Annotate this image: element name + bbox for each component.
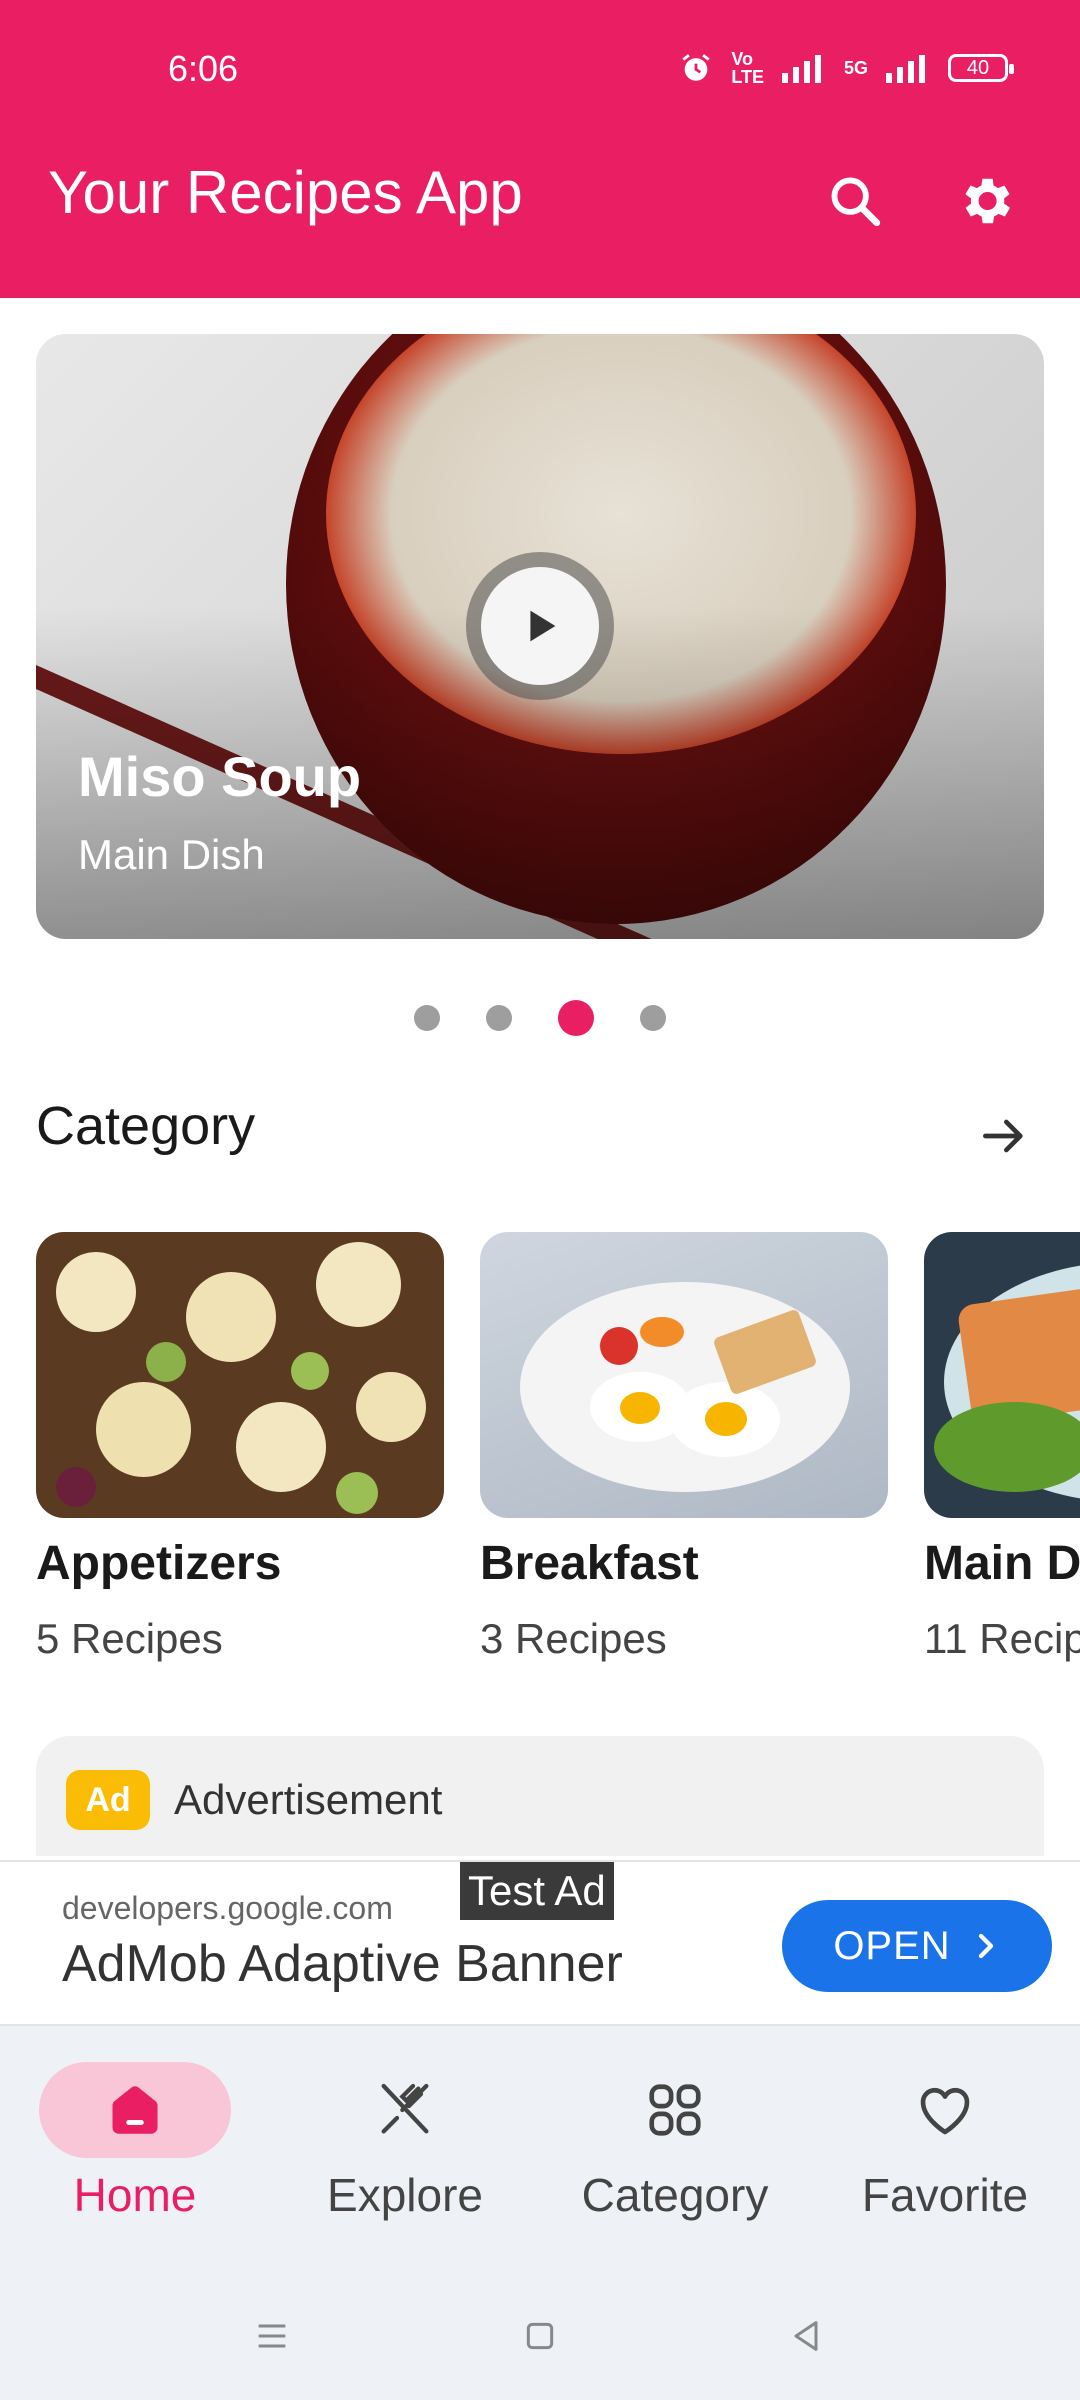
volte-icon: Vo LTE	[731, 49, 764, 87]
battery-icon: 40	[948, 54, 1014, 82]
carousel-dot[interactable]	[414, 1005, 440, 1031]
grid-icon	[649, 2084, 701, 2136]
category-card-breakfast[interactable]: Breakfast 3 Recipes	[480, 1232, 888, 1663]
recents-button[interactable]	[232, 2296, 312, 2376]
system-navigation-bar	[0, 2296, 1080, 2376]
see-all-categories-button[interactable]	[968, 1100, 1040, 1172]
chevron-right-icon	[978, 1933, 993, 1959]
featured-recipe-card[interactable]: Miso Soup Main Dish	[36, 334, 1044, 939]
category-name: Appetizers	[36, 1537, 282, 1590]
menu-icon	[258, 2324, 286, 2348]
home-icon	[112, 2086, 158, 2134]
nav-label: Home	[73, 2169, 197, 2221]
category-image	[480, 1232, 888, 1518]
back-button[interactable]	[766, 2296, 846, 2376]
category-count: 3 Recipes	[480, 1615, 667, 1662]
carousel-indicator	[0, 1000, 1080, 1036]
signal-icon-2	[886, 55, 925, 83]
category-image	[36, 1232, 444, 1518]
ad-url: developers.google.com	[62, 1890, 393, 1926]
category-count: 11 Recipes	[924, 1615, 1080, 1662]
square-icon	[526, 2322, 554, 2350]
signal-icon	[781, 55, 821, 83]
nav-label: Category	[581, 2169, 769, 2221]
category-name: Breakfast	[480, 1537, 699, 1590]
ad-open-label: OPEN	[833, 1923, 951, 1968]
hero-subtitle: Main Dish	[78, 831, 265, 878]
home-system-button[interactable]	[500, 2296, 580, 2376]
hero-title: Miso Soup	[78, 745, 362, 808]
advertisement-card: Ad Advertisement	[36, 1736, 1044, 1856]
ad-badge: Ad	[66, 1770, 150, 1830]
category-list: Appetizers 5 Recipes Breakfast 3 Recipes…	[36, 1232, 1080, 1672]
nav-label: Explore	[327, 2169, 483, 2221]
carousel-dot[interactable]	[640, 1005, 666, 1031]
ad-label: Advertisement	[174, 1776, 443, 1823]
test-ad-tag: Test Ad	[460, 1862, 614, 1920]
category-card-appetizers[interactable]: Appetizers 5 Recipes	[36, 1232, 444, 1663]
play-icon	[530, 610, 556, 642]
nav-item-category[interactable]: Category	[550, 2062, 800, 2222]
gear-icon	[965, 178, 1011, 224]
heart-icon	[920, 2087, 970, 2135]
utensils-icon	[381, 2083, 429, 2134]
ad-banner[interactable]: Test Ad developers.google.com AdMob Adap…	[0, 1860, 1080, 2026]
app-title: Your Recipes App	[48, 159, 523, 226]
search-button[interactable]	[820, 166, 890, 236]
nav-item-home[interactable]: Home	[10, 2062, 260, 2222]
settings-button[interactable]	[950, 166, 1020, 236]
arrow-right-icon	[983, 1119, 1023, 1153]
category-section-title: Category	[36, 1096, 256, 1156]
alarm-icon	[682, 54, 710, 81]
nav-item-favorite[interactable]: Favorite	[820, 2062, 1070, 2222]
play-button[interactable]	[466, 552, 614, 700]
app-header: 6:06 Vo LTE 5G 40 Your Recipes App	[0, 0, 1080, 298]
category-name: Main Dish	[924, 1537, 1080, 1590]
carousel-dot[interactable]	[486, 1005, 512, 1031]
category-image	[924, 1232, 1080, 1518]
network-label: 5G	[843, 58, 868, 78]
search-icon	[831, 177, 881, 227]
status-icons: Vo LTE 5G 40	[679, 49, 1014, 87]
nav-label: Favorite	[861, 2169, 1029, 2221]
back-triangle-icon	[794, 2321, 818, 2351]
category-count: 5 Recipes	[36, 1615, 223, 1662]
ad-open-button[interactable]: OPEN	[782, 1900, 1052, 1992]
carousel-dot-active[interactable]	[558, 1000, 594, 1036]
nav-item-explore[interactable]: Explore	[280, 2062, 530, 2222]
status-time: 6:06	[168, 48, 239, 89]
ad-title: AdMob Adaptive Banner	[62, 1935, 623, 1993]
category-card-main-dish[interactable]: Main Dish 11 Recipes	[924, 1232, 1080, 1663]
